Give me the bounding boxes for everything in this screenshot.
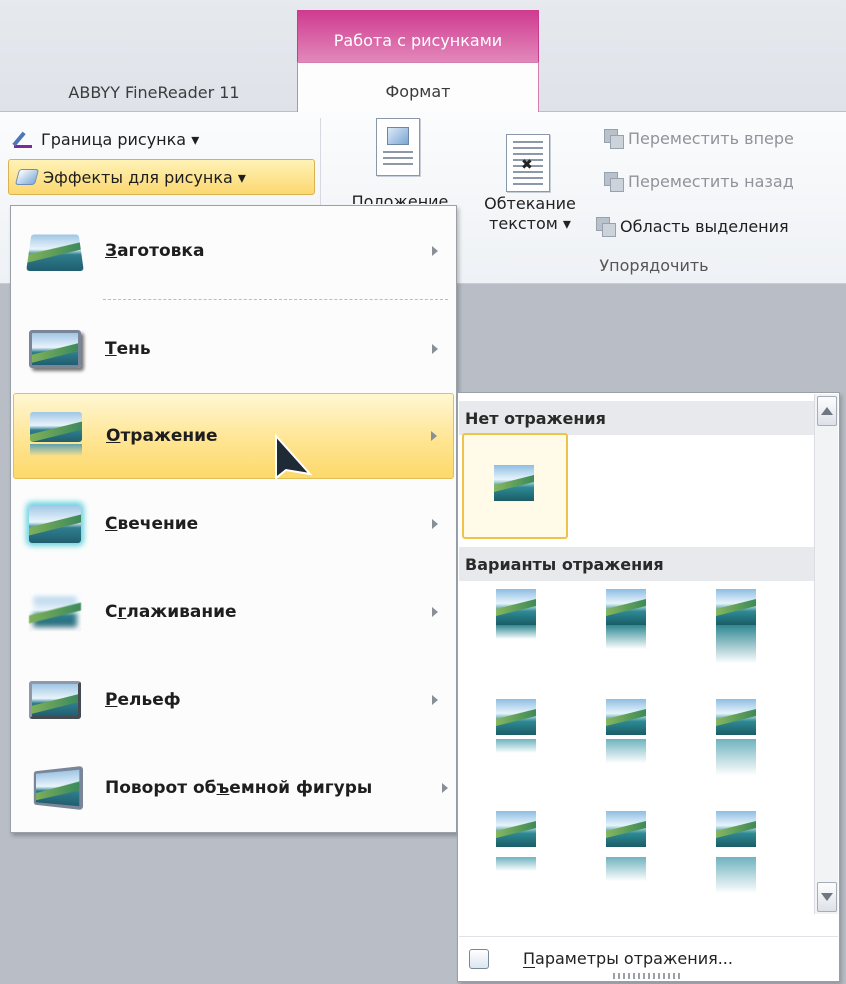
menu-item-glow[interactable]: Свечение (13, 481, 454, 567)
reflection-preview (496, 739, 536, 753)
picture-thumb-icon (606, 811, 646, 847)
reflection-gallery: Нет отражения Варианты отражения Парамет… (457, 392, 840, 982)
submenu-arrow-icon (432, 519, 438, 529)
glow-icon (29, 505, 81, 543)
picture-thumb-icon (494, 465, 534, 501)
no-reflection-option[interactable] (462, 433, 568, 539)
gallery-scrollbar[interactable] (814, 394, 838, 914)
menu-item-label: Поворот объемной фигуры (105, 778, 373, 798)
submenu-arrow-icon (432, 695, 438, 705)
menu-item-3d-rotation[interactable]: Поворот объемной фигуры (13, 745, 454, 831)
menu-item-shadow[interactable]: Тень (13, 306, 454, 392)
menu-separator (103, 299, 448, 300)
reflection-preview (496, 625, 536, 639)
position-button[interactable]: Положение (338, 192, 462, 204)
selection-pane-button[interactable]: Область выделения (596, 212, 789, 240)
picture-border-label: Граница рисунка ▾ (41, 129, 200, 149)
reflection-preview (496, 857, 536, 871)
picture-thumb-icon (606, 699, 646, 735)
selection-pane-label: Область выделения (620, 216, 789, 236)
3d-rotation-icon (33, 765, 84, 811)
send-backward-button[interactable]: Переместить назад (604, 167, 794, 195)
bring-forward-icon (604, 129, 624, 149)
menu-item-soft-edges[interactable]: Сглаживание (13, 569, 454, 655)
selection-pane-icon (596, 217, 616, 237)
bevel-icon (29, 681, 81, 719)
preset-icon (26, 234, 84, 272)
menu-item-label: Тень (105, 339, 151, 359)
reflection-preview (606, 625, 646, 649)
reflection-preview (606, 857, 646, 881)
wrap-picture-icon: ✖ (521, 157, 533, 173)
reflection-option[interactable] (598, 699, 658, 789)
wrap-text-label-2: текстом ▾ (489, 214, 571, 233)
menu-item-reflection[interactable]: Отражение (13, 393, 454, 479)
resize-grip-icon[interactable] (613, 973, 683, 979)
reflection-icon (30, 412, 82, 442)
picture-effects-icon (14, 169, 40, 185)
picture-effects-button[interactable]: Эффекты для рисунка ▾ (8, 159, 315, 195)
reflection-variants-header: Варианты отражения (459, 547, 814, 581)
picture-thumb-icon (716, 589, 756, 625)
ribbon-tab-bar: ABBYY FineReader 11 Работа с рисунками Ф… (0, 0, 846, 114)
wrap-text-button[interactable]: Обтекание текстом ▾ (468, 194, 592, 234)
soft-edges-icon (29, 593, 81, 631)
tab-abbyy-finereader[interactable]: ABBYY FineReader 11 (10, 72, 298, 112)
reflection-option[interactable] (598, 589, 658, 679)
picture-border-button[interactable]: Граница рисунка ▾ (12, 124, 199, 154)
pen-icon (12, 129, 34, 149)
reflection-option[interactable] (488, 699, 548, 789)
picture-thumb-icon (716, 699, 756, 735)
reflection-preview (606, 739, 646, 763)
reflection-option[interactable] (708, 699, 768, 789)
reflection-icon-mirror (30, 444, 82, 456)
reflection-option[interactable] (708, 589, 768, 679)
picture-thumb-icon (496, 811, 536, 847)
submenu-arrow-icon (432, 344, 438, 354)
send-backward-label: Переместить назад (628, 171, 794, 191)
picture-thumb-icon (716, 811, 756, 847)
submenu-arrow-icon (432, 246, 438, 256)
menu-item-bevel[interactable]: Рельеф (13, 657, 454, 743)
tab-format[interactable]: Формат (297, 62, 539, 114)
no-reflection-header: Нет отражения (459, 401, 814, 435)
text-wrap-icon: ✖ (506, 134, 550, 192)
picture-effects-menu: Заготовка Тень Отражение Свечение Сглажи… (10, 205, 457, 833)
picture-thumb-icon (496, 589, 536, 625)
reflection-preview (716, 739, 756, 775)
send-backward-icon (604, 172, 624, 192)
menu-item-label: Свечение (105, 514, 199, 534)
context-group-picture-tools: Работа с рисунками (297, 10, 539, 70)
reflection-preview (716, 857, 756, 893)
position-icon (376, 118, 420, 176)
wrap-text-label-1: Обтекание (484, 194, 576, 213)
reflection-option[interactable] (598, 811, 658, 901)
reflection-options-icon (469, 948, 489, 969)
arrange-group-label: Упорядочить (599, 256, 709, 275)
menu-item-label: Рельеф (105, 690, 181, 710)
shadow-icon (29, 330, 81, 368)
bring-forward-button[interactable]: Переместить впере (604, 124, 794, 152)
scroll-down-icon[interactable] (817, 882, 837, 912)
reflection-option[interactable] (708, 811, 768, 901)
scroll-up-icon[interactable] (817, 396, 837, 426)
submenu-arrow-icon (442, 783, 448, 793)
menu-item-label: Отражение (106, 426, 218, 446)
reflection-option[interactable] (488, 589, 548, 679)
picture-thumb-icon (606, 589, 646, 625)
reflection-preview (716, 625, 756, 663)
bring-forward-label: Переместить впере (628, 128, 794, 148)
reflection-options-label: Параметры отражения... (523, 949, 733, 968)
picture-thumb-icon (496, 699, 536, 735)
menu-item-preset[interactable]: Заготовка (13, 208, 454, 294)
submenu-arrow-icon (431, 431, 437, 441)
picture-effects-label: Эффекты для рисунка ▾ (43, 167, 246, 187)
submenu-arrow-icon (432, 607, 438, 617)
reflection-option[interactable] (488, 811, 548, 901)
menu-item-label: Заготовка (105, 241, 205, 261)
menu-item-label: Сглаживание (105, 602, 237, 622)
